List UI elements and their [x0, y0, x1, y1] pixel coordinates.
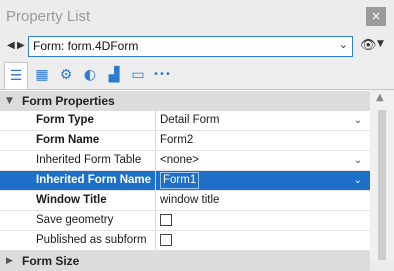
property-value[interactable]: Form2 — [156, 131, 370, 150]
close-button[interactable]: × — [366, 7, 386, 26]
property-label: Window Title — [0, 191, 156, 210]
property-row-save-geometry[interactable]: Save geometry — [0, 211, 370, 231]
group-form-properties[interactable]: ▼ Form Properties — [0, 91, 370, 111]
tab-monitor-icon[interactable]: ▭ — [126, 62, 150, 88]
tab-bar: ☰ ▦ ⚙ ◐ ▟ ▭ ••• — [2, 62, 394, 90]
back-arrow-icon[interactable]: ◀ — [7, 40, 17, 51]
property-row-inherited-form-name[interactable]: Inherited Form Name Form1 ⌄ — [0, 171, 370, 191]
published-as-subform-checkbox[interactable] — [160, 234, 172, 246]
property-value[interactable]: <none> ⌄ — [156, 151, 370, 170]
property-label: Form Name — [0, 131, 156, 150]
tab-calculator-icon[interactable]: ▦ — [30, 62, 54, 88]
form-selector-value: Form: form.4DForm — [33, 39, 139, 53]
property-value[interactable]: window title — [156, 191, 370, 210]
vertical-scrollbar[interactable]: ▲ — [370, 90, 394, 261]
forward-arrow-icon[interactable]: ▶ — [17, 40, 27, 51]
tab-shapes-icon[interactable]: ◐ — [78, 62, 102, 88]
property-list-window: Property List × ◀ ▶ Form: form.4DForm ⌄ 👁… — [0, 0, 394, 271]
chevron-down-icon[interactable]: ⌄ — [339, 38, 348, 51]
property-value — [156, 231, 370, 250]
tab-more-icon[interactable]: ••• — [150, 62, 174, 88]
property-label: Form Type — [0, 111, 156, 130]
group-form-size[interactable]: ▶ Form Size — [0, 251, 370, 271]
property-value-text: <none> — [160, 154, 200, 166]
eye-icon[interactable]: 👁 — [360, 38, 377, 53]
property-grid: ▼ Form Properties Form Type Detail Form … — [0, 90, 370, 271]
property-label: Inherited Form Table — [0, 151, 156, 170]
property-row-form-type[interactable]: Form Type Detail Form ⌄ — [0, 111, 370, 131]
scroll-up-icon[interactable]: ▲ — [376, 92, 384, 103]
property-value-text[interactable]: Form1 — [160, 172, 200, 189]
expand-triangle-icon[interactable]: ▶ — [6, 251, 13, 271]
property-row-inherited-form-table[interactable]: Inherited Form Table <none> ⌄ — [0, 151, 370, 171]
scroll-thumb[interactable] — [378, 110, 386, 260]
property-value — [156, 211, 370, 230]
tab-list-icon[interactable]: ☰ — [4, 62, 28, 90]
caret-down-icon[interactable]: ▼ — [377, 39, 384, 49]
property-row-published-as-subform[interactable]: Published as subform — [0, 231, 370, 251]
group-label: Form Size — [22, 254, 80, 268]
chevron-down-icon[interactable]: ⌄ — [354, 151, 362, 170]
tab-chart-icon[interactable]: ▟ — [102, 62, 126, 88]
property-label: Published as subform — [0, 231, 156, 250]
tab-gear-icon[interactable]: ⚙ — [54, 62, 78, 88]
chevron-down-icon[interactable]: ⌄ — [354, 111, 362, 130]
property-value-text: Form2 — [160, 134, 194, 146]
title-bar: Property List × — [0, 0, 394, 34]
property-value[interactable]: Form1 ⌄ — [156, 171, 370, 190]
chevron-down-icon[interactable]: ⌄ — [354, 171, 362, 190]
window-title: Property List — [6, 8, 91, 25]
property-row-window-title[interactable]: Window Title window title — [0, 191, 370, 211]
expand-triangle-icon[interactable]: ▼ — [6, 91, 13, 111]
property-value-text: Detail Form — [160, 114, 220, 126]
property-value[interactable]: Detail Form ⌄ — [156, 111, 370, 130]
property-row-form-name[interactable]: Form Name Form2 — [0, 131, 370, 151]
form-selector[interactable]: Form: form.4DForm ⌄ — [28, 36, 353, 57]
save-geometry-checkbox[interactable] — [160, 214, 172, 226]
property-value-text: window title — [160, 194, 220, 206]
property-label: Save geometry — [0, 211, 156, 230]
nav-arrows: ◀ ▶ — [7, 40, 27, 51]
group-label: Form Properties — [22, 94, 115, 108]
property-label: Inherited Form Name — [0, 171, 156, 190]
